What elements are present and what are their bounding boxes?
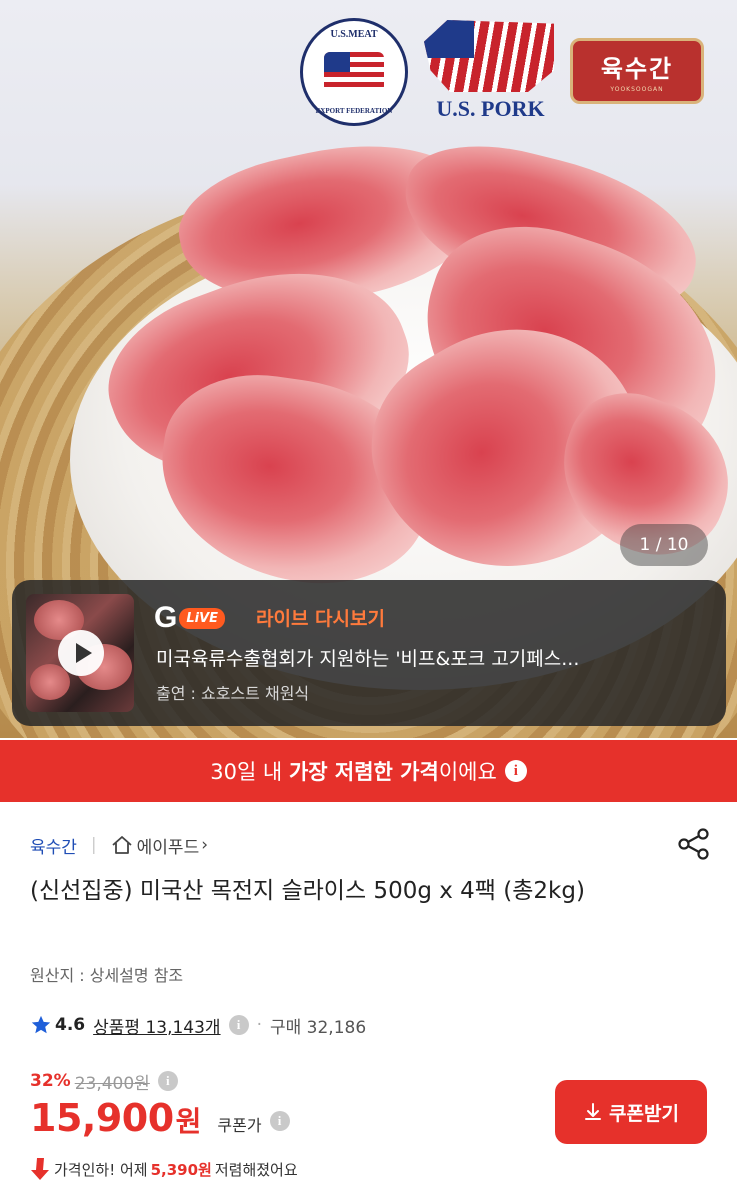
chevron-right-icon: › xyxy=(201,835,209,855)
price-drop-suffix: 저렴해졌어요 xyxy=(214,1160,298,1179)
live-title[interactable]: 라이브 다시보기 xyxy=(256,604,385,631)
shop-logo: 육수간 YOOKSOOGAN xyxy=(570,38,704,104)
pig-icon xyxy=(424,20,554,92)
price-drop-notice: 가격인하! 어제 5,390원 저렴해졌어요 xyxy=(30,1156,298,1182)
store-link[interactable]: 육수간 xyxy=(30,833,77,858)
original-price: 23,400원 xyxy=(74,1073,150,1094)
image-counter: 1 / 10 xyxy=(620,524,708,566)
live-thumbnail[interactable] xyxy=(26,594,134,712)
price-drop-amount: 5,390원 xyxy=(150,1160,212,1179)
flag-icon xyxy=(324,52,384,92)
lowest-price-suffix: 이에요 xyxy=(438,760,497,784)
get-coupon-button[interactable]: 쿠폰받기 xyxy=(555,1080,707,1144)
pork-logo-text: U.S. PORK xyxy=(436,96,545,121)
info-icon[interactable]: i xyxy=(504,760,527,782)
brand-link[interactable]: 에이푸드 xyxy=(137,833,200,858)
info-icon[interactable]: i xyxy=(228,1015,249,1035)
seal-bottom-text: EXPORT FEDERATION xyxy=(315,107,393,115)
price-row: 15,900 원 쿠폰가 i xyxy=(30,1096,290,1146)
sale-price: 15,900 xyxy=(30,1096,174,1140)
store-brand-row: 육수간 | 에이푸드 › xyxy=(30,830,208,860)
live-pill: LiVE xyxy=(179,607,226,629)
discount-rate: 32% xyxy=(30,1071,71,1091)
lowest-price-prefix: 30일 내 xyxy=(210,760,289,784)
lowest-price-emphasis: 가장 저렴한 가격 xyxy=(288,760,439,784)
lowest-price-banner[interactable]: 30일 내 가장 저렴한 가격 이에요 i xyxy=(0,740,737,802)
price-drop-arrow-icon xyxy=(31,1158,49,1180)
product-title: (신선집중) 미국산 목전지 슬라이스 500g x 4팩 (총2kg) xyxy=(30,878,585,904)
play-icon[interactable] xyxy=(58,630,104,676)
us-pork-logo: U.S. PORK xyxy=(418,14,563,124)
share-icon[interactable] xyxy=(676,826,712,862)
rating-row: 4.6 상품평 13,143개 i · 구매 32,186 xyxy=(30,1012,366,1038)
home-icon xyxy=(112,836,132,854)
coupon-price-label: 쿠폰가 xyxy=(217,1116,262,1135)
price-drop-prefix: 가격인하! 어제 xyxy=(54,1160,148,1179)
star-icon xyxy=(31,1015,51,1034)
live-replay-banner[interactable]: G LiVE 라이브 다시보기 미국육류수출협회가 지원하는 '비프&포크 고기… xyxy=(12,580,726,726)
download-icon xyxy=(585,1103,602,1120)
review-count-link[interactable]: 상품평 13,143개 xyxy=(93,1013,220,1038)
purchase-count: 구매 32,186 xyxy=(269,1017,367,1038)
sponsor-logos: U.S.MEAT EXPORT FEDERATION U.S. PORK 육수간… xyxy=(0,14,737,126)
live-description[interactable]: 미국육류수출협회가 지원하는 '비프&포크 고기페스... xyxy=(156,644,712,671)
seal-top-text: U.S.MEAT xyxy=(330,29,378,40)
separator-dot: · xyxy=(256,1015,262,1035)
get-coupon-label: 쿠폰받기 xyxy=(609,1103,679,1125)
info-icon[interactable]: i xyxy=(157,1071,178,1091)
shop-logo-name: 육수간 xyxy=(600,55,674,83)
info-icon[interactable]: i xyxy=(269,1111,290,1131)
live-host: 출연 : 쇼호스트 채원식 xyxy=(156,684,310,703)
rating-value: 4.6 xyxy=(55,1015,86,1035)
origin-info: 원산지 : 상세설명 참조 xyxy=(30,966,184,985)
g-live-g: G xyxy=(154,601,178,634)
price-unit: 원 xyxy=(175,1105,202,1138)
shop-logo-sub: YOOKSOOGAN xyxy=(610,86,664,93)
discount-row: 32% 23,400원 i xyxy=(30,1068,178,1094)
g-live-logo: G LiVE xyxy=(154,601,226,634)
divider: | xyxy=(90,835,97,855)
us-meat-seal-logo: U.S.MEAT EXPORT FEDERATION xyxy=(300,18,408,126)
